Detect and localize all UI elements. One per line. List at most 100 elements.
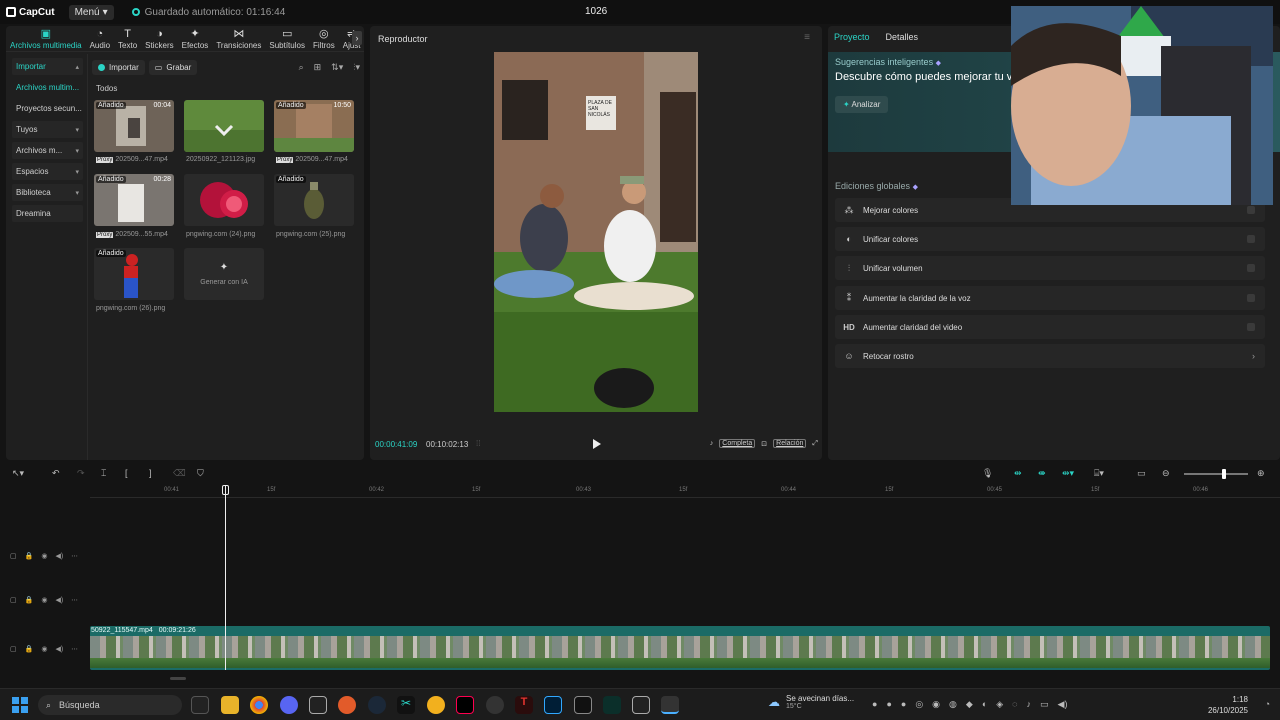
sidebar-item-media-files[interactable]: Archivos multim... — [12, 79, 83, 96]
select-cursor-icon[interactable]: ↖▾ — [12, 468, 24, 479]
media-thumb-image-4[interactable]: Añadido — [94, 248, 174, 300]
media-thumb-image-3[interactable]: Añadido — [274, 174, 354, 226]
tray-app-icon[interactable]: ◎ — [915, 699, 923, 710]
shield-icon[interactable]: ⛉ — [197, 468, 204, 479]
speaker-icon[interactable]: ◀) — [55, 645, 63, 653]
tab-audio[interactable]: ◔ Audio — [86, 26, 114, 52]
sidebar-item-library[interactable]: Biblioteca ▾ — [12, 184, 83, 201]
zoom-slider-track[interactable] — [1184, 473, 1248, 475]
more-icon[interactable]: ⋯ — [71, 552, 78, 560]
tab-text[interactable]: T Texto — [114, 26, 141, 52]
menu-button[interactable]: Menú ▾ — [68, 4, 114, 20]
toggle[interactable] — [1247, 235, 1255, 243]
edit-row-match-colors[interactable]: ◐ Unificar colores — [835, 227, 1265, 251]
windows-start-icon[interactable] — [12, 697, 28, 713]
tray-app-icon[interactable]: ◌ — [1012, 699, 1017, 710]
capcut-icon[interactable]: ✂ — [397, 696, 415, 714]
search-icon[interactable]: ⌕ — [299, 62, 304, 73]
lock-icon[interactable]: 🔒 — [25, 596, 34, 604]
tab-transitions[interactable]: ⋈ Transiciones — [212, 26, 265, 52]
tab-effects[interactable]: ✦ Efectos — [178, 26, 213, 52]
toggle[interactable] — [1247, 323, 1255, 331]
toggle[interactable] — [1247, 294, 1255, 302]
link-icon[interactable]: ⇹ — [1014, 468, 1022, 479]
ratio-button[interactable]: Relación — [773, 439, 807, 448]
preview-axis-icon[interactable]: ⌸▾ — [1094, 468, 1104, 479]
split-icon[interactable]: ⌶ — [101, 468, 106, 479]
media-thumb-video-2[interactable]: Añadido 10:50 — [274, 100, 354, 152]
sort-icon[interactable]: ⇅▾ — [331, 62, 343, 73]
tray-app-icon[interactable]: ◆ — [966, 699, 973, 710]
track-checkbox-icon[interactable]: ▢ — [10, 552, 17, 560]
file-explorer-icon[interactable] — [221, 696, 239, 714]
tray-app-icon[interactable]: ● — [872, 699, 877, 710]
trim-right-icon[interactable]: ] — [149, 468, 152, 478]
media-thumb-video-3[interactable]: Añadido 00:28 — [94, 174, 174, 226]
music-icon[interactable]: ♪ — [710, 440, 714, 447]
playhead[interactable] — [225, 485, 226, 670]
volume-icon[interactable]: ◀) — [1058, 699, 1068, 710]
import-button[interactable]: Importar — [92, 59, 145, 75]
delete-icon[interactable]: ⌫ — [173, 468, 186, 479]
toggle[interactable] — [1247, 264, 1255, 272]
generate-ai-button[interactable]: ✦ Generar con IA — [184, 248, 264, 300]
network-icon[interactable]: ▭ — [1040, 699, 1049, 710]
epic-games-icon-2[interactable] — [632, 696, 650, 714]
tab-details[interactable]: Detalles — [886, 32, 919, 42]
trim-left-icon[interactable]: [ — [125, 468, 128, 478]
tray-app-icon[interactable]: ● — [901, 699, 906, 710]
edit-row-normalize-volume[interactable]: ⫶ Unificar volumen — [835, 256, 1265, 280]
lock-icon[interactable]: 🔒 — [25, 645, 34, 653]
app-icon[interactable] — [486, 696, 504, 714]
speaker-icon[interactable]: ◀) — [55, 596, 63, 604]
sidebar-item-yours[interactable]: Tuyos ▾ — [12, 121, 83, 138]
magnet-icon[interactable]: ⇼ — [1038, 468, 1046, 479]
full-quality-button[interactable]: Completa — [719, 439, 756, 448]
discord-icon[interactable] — [280, 696, 298, 714]
microphone-icon[interactable]: 🎙 — [982, 468, 993, 479]
fullscreen-icon[interactable]: ⤢ — [812, 440, 818, 448]
media-thumb-image-2[interactable] — [184, 174, 264, 226]
sidebar-item-spaces[interactable]: Espacios ▾ — [12, 163, 83, 180]
weather-widget[interactable]: ☁ Se avecinan días... 15°C — [768, 694, 854, 710]
sidebar-item-dreamina[interactable]: Dreamina — [12, 205, 83, 222]
tab-media[interactable]: ▣ Archivos multimedia — [6, 26, 86, 52]
toggle[interactable] — [1247, 206, 1255, 214]
eye-icon[interactable]: ◉ — [41, 596, 47, 604]
media-thumb-video-1[interactable]: Añadido 00:04 — [94, 100, 174, 152]
focus-icon[interactable]: ⊡ — [761, 440, 767, 448]
eye-icon[interactable]: ◉ — [41, 645, 47, 653]
steam-icon[interactable] — [368, 696, 386, 714]
chrome-icon[interactable] — [250, 696, 268, 714]
snap-icon[interactable]: ⇹▾ — [1062, 468, 1074, 479]
notification-icon[interactable]: ◔ — [1265, 699, 1270, 709]
zoom-out-icon[interactable]: ⊖ — [1162, 468, 1170, 479]
zoom-slider-handle[interactable] — [1222, 469, 1226, 479]
undo-icon[interactable]: ↶ — [52, 468, 60, 479]
capcut-icon-2[interactable] — [574, 696, 592, 714]
capcut-active-icon[interactable] — [661, 696, 679, 714]
sidebar-item-secondary-projects[interactable]: Proyectos secun... — [12, 100, 83, 117]
tab-stickers[interactable]: ◑ Stickers — [141, 26, 177, 52]
chevron-right-icon[interactable]: › — [352, 31, 362, 45]
zoom-in-icon[interactable]: ⊕ — [1257, 468, 1265, 479]
tab-project[interactable]: Proyecto — [834, 32, 870, 42]
tf-app-icon[interactable]: T — [515, 696, 533, 714]
edit-row-video-clarity[interactable]: HD Aumentar claridad del video — [835, 315, 1265, 339]
tray-app-icon[interactable]: ● — [886, 699, 891, 710]
eye-icon[interactable]: ◉ — [41, 552, 47, 560]
epic-games-icon[interactable] — [309, 696, 327, 714]
task-view-icon[interactable] — [191, 696, 209, 714]
record-button[interactable]: ▭ Grabar — [148, 59, 198, 75]
tray-app-icon[interactable]: ◍ — [949, 699, 957, 710]
coin-app-icon[interactable] — [427, 696, 445, 714]
edit-row-retouch-face[interactable]: ☺ Retocar rostro › — [835, 344, 1265, 368]
tray-app-icon[interactable]: ◉ — [932, 699, 940, 710]
sidebar-item-media-files-2[interactable]: Archivos m... ▾ — [12, 142, 83, 159]
media-thumb-image-1[interactable] — [184, 100, 264, 152]
timeline-scrollbar[interactable] — [170, 677, 186, 680]
redo-icon[interactable]: ↷ — [77, 468, 85, 479]
tray-app-icon[interactable]: ◐ — [982, 699, 987, 710]
play-icon[interactable] — [592, 438, 602, 450]
tab-subtitles[interactable]: ▭ Subtítulos — [265, 26, 309, 52]
